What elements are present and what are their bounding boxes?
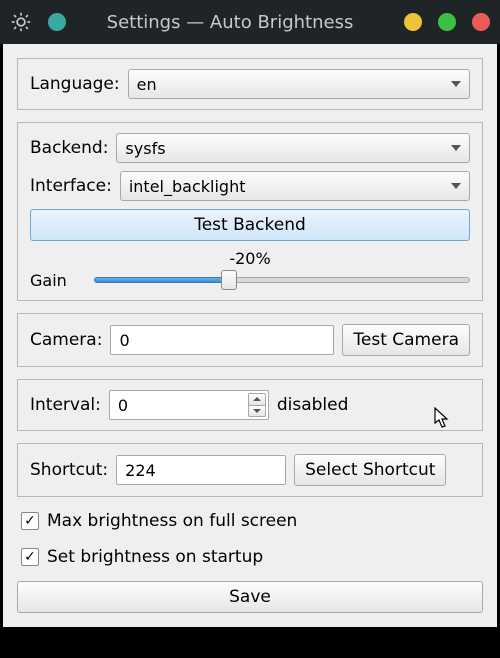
startup-brightness-label: Set brightness on startup xyxy=(47,547,263,567)
app-brightness-icon xyxy=(10,11,32,33)
language-label: Language: xyxy=(30,74,120,94)
shortcut-group: Shortcut: 224 Select Shortcut xyxy=(17,443,483,497)
max-brightness-checkbox-row[interactable]: ✓ Max brightness on full screen xyxy=(17,509,483,533)
chevron-down-icon xyxy=(451,145,461,151)
interface-select[interactable]: intel_backlight xyxy=(120,171,470,201)
shortcut-label: Shortcut: xyxy=(30,460,108,480)
gain-slider[interactable] xyxy=(94,270,470,290)
chevron-down-icon xyxy=(451,183,461,189)
shortcut-input[interactable]: 224 xyxy=(116,455,286,485)
checkbox-icon: ✓ xyxy=(21,548,39,566)
chevron-up-icon xyxy=(253,397,261,401)
settings-content: Language: en Backend: sysfs Interface: i… xyxy=(3,44,497,627)
close-button[interactable] xyxy=(472,13,490,31)
language-group: Language: en xyxy=(17,58,483,110)
spin-up-button[interactable] xyxy=(248,393,266,405)
interface-value: intel_backlight xyxy=(129,177,246,196)
gain-value: -20% xyxy=(30,249,470,268)
backend-label: Backend: xyxy=(30,138,108,158)
test-camera-button[interactable]: Test Camera xyxy=(342,324,470,356)
gain-label: Gain xyxy=(30,271,78,290)
slider-thumb[interactable] xyxy=(221,270,237,290)
spin-down-button[interactable] xyxy=(248,405,266,418)
backend-select[interactable]: sysfs xyxy=(116,133,470,163)
test-backend-button[interactable]: Test Backend xyxy=(30,209,470,241)
save-button[interactable]: Save xyxy=(17,581,483,613)
camera-group: Camera: 0 Test Camera xyxy=(17,313,483,367)
max-brightness-label: Max brightness on full screen xyxy=(47,511,297,531)
camera-label: Camera: xyxy=(30,330,102,350)
backend-value: sysfs xyxy=(125,139,165,158)
interval-spinbox[interactable]: 0 xyxy=(109,390,269,420)
chevron-down-icon xyxy=(451,81,461,87)
slider-fill xyxy=(94,277,229,283)
interval-status: disabled xyxy=(277,395,349,415)
minimize-button[interactable] xyxy=(404,13,422,31)
titlebar: Settings — Auto Brightness xyxy=(0,0,500,44)
interface-label: Interface: xyxy=(30,176,112,196)
window-title: Settings — Auto Brightness xyxy=(76,12,388,33)
interval-label: Interval: xyxy=(30,395,101,415)
settings-window: Settings — Auto Brightness Language: en … xyxy=(0,0,500,658)
maximize-button[interactable] xyxy=(438,13,456,31)
startup-brightness-checkbox-row[interactable]: ✓ Set brightness on startup xyxy=(17,545,483,569)
interval-group: Interval: 0 disabled xyxy=(17,379,483,431)
chevron-down-icon xyxy=(253,409,261,413)
select-shortcut-button[interactable]: Select Shortcut xyxy=(294,454,446,486)
accent-dot-icon xyxy=(48,13,66,31)
language-value: en xyxy=(137,75,157,94)
language-select[interactable]: en xyxy=(128,69,470,99)
camera-input[interactable]: 0 xyxy=(110,325,334,355)
checkbox-icon: ✓ xyxy=(21,512,39,530)
backend-group: Backend: sysfs Interface: intel_backligh… xyxy=(17,122,483,301)
